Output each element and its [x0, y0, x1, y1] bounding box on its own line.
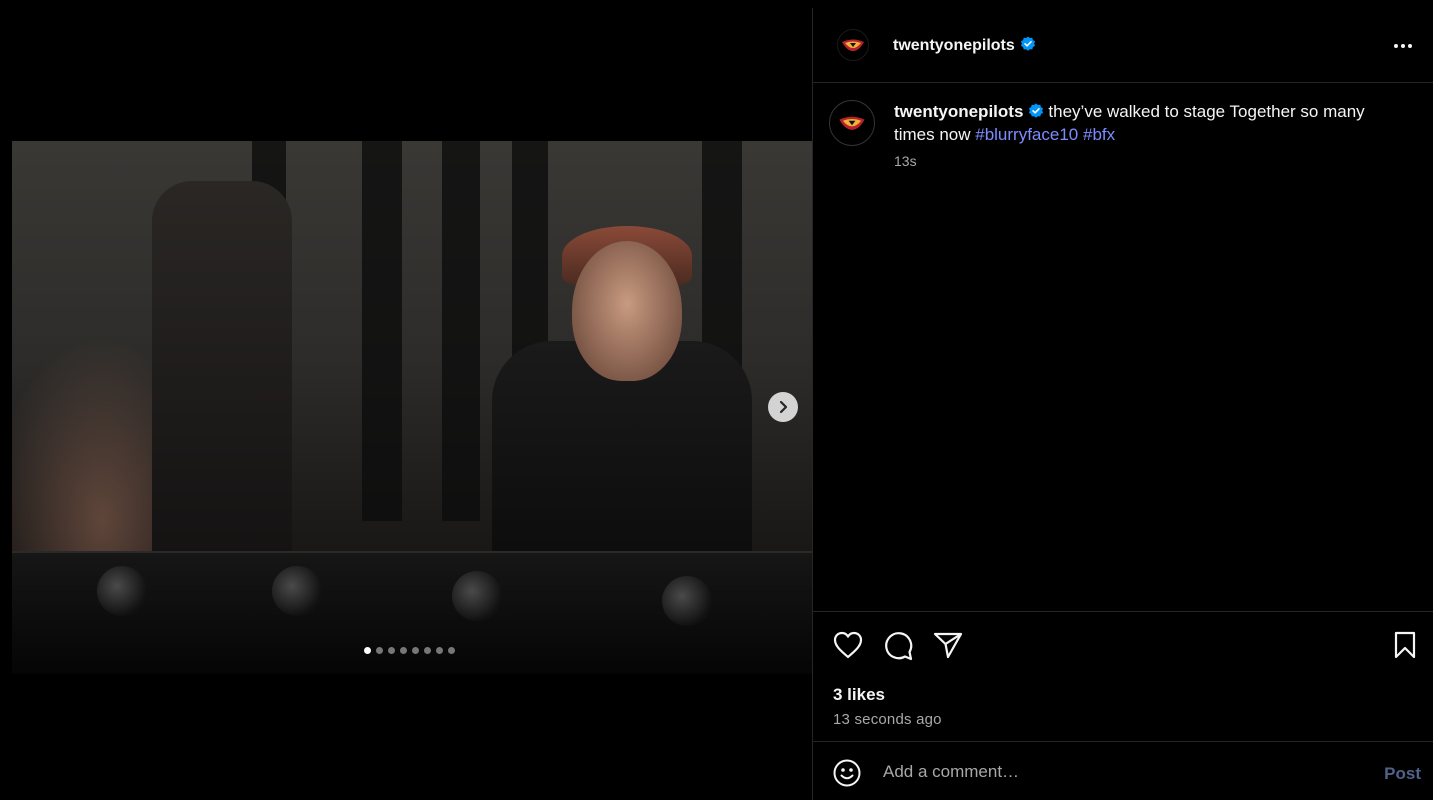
carousel-dot — [448, 647, 455, 654]
carousel-indicator — [364, 647, 455, 654]
likes-count[interactable]: 3 likes — [833, 685, 885, 705]
share-icon — [933, 632, 963, 659]
save-button[interactable] — [1393, 631, 1417, 664]
verified-badge-icon — [1020, 36, 1035, 51]
caption-username[interactable]: twentyonepilots — [894, 102, 1044, 121]
carousel-dot — [400, 647, 407, 654]
caption-text: twentyonepilots they’ve walked to stage … — [894, 100, 1394, 146]
comment-button[interactable] — [883, 631, 913, 666]
post-header: twentyonepilots — [813, 8, 1433, 83]
post-time-ago[interactable]: 13 seconds ago — [833, 711, 942, 728]
post-comment-button[interactable]: Post — [1384, 764, 1421, 784]
carousel-next-button[interactable] — [768, 392, 798, 422]
username-text: twentyonepilots — [893, 36, 1015, 54]
post-author-username[interactable]: twentyonepilots — [893, 36, 1036, 55]
emoji-icon — [833, 759, 861, 787]
carousel-dot — [412, 647, 419, 654]
verified-badge-icon — [1029, 103, 1044, 118]
avatar-logo-icon — [842, 39, 864, 51]
more-options-button[interactable] — [1393, 36, 1413, 54]
carousel-dot — [376, 647, 383, 654]
bookmark-icon — [1394, 631, 1416, 659]
hashtag-link[interactable]: #blurryface10 — [975, 125, 1078, 144]
chevron-right-icon — [779, 400, 788, 414]
heart-icon — [833, 631, 863, 659]
media-stage — [0, 0, 812, 800]
hashtag-link[interactable]: #bfx — [1083, 125, 1115, 144]
more-options-icon — [1394, 44, 1412, 48]
comment-input[interactable] — [883, 762, 1343, 782]
comment-icon — [885, 632, 913, 661]
carousel-dot — [424, 647, 431, 654]
post-photo — [12, 141, 812, 674]
avatar-logo-icon — [839, 116, 865, 130]
emoji-button[interactable] — [833, 759, 861, 792]
post-actions: 3 likes 13 seconds ago — [813, 611, 1433, 741]
carousel-dot — [388, 647, 395, 654]
caption-username-text: twentyonepilots — [894, 102, 1024, 121]
post-side-panel: twentyonepilots twentyonepilots they’ve … — [812, 8, 1433, 800]
carousel-dot — [436, 647, 443, 654]
avatar[interactable] — [837, 29, 869, 61]
carousel-dot — [364, 647, 371, 654]
caption: twentyonepilots they’ve walked to stage … — [829, 100, 1409, 169]
like-button[interactable] — [833, 631, 863, 664]
share-button[interactable] — [933, 631, 963, 664]
comment-form: Post — [813, 741, 1433, 800]
caption-avatar[interactable] — [829, 100, 875, 146]
caption-timestamp[interactable]: 13s — [894, 153, 1394, 169]
